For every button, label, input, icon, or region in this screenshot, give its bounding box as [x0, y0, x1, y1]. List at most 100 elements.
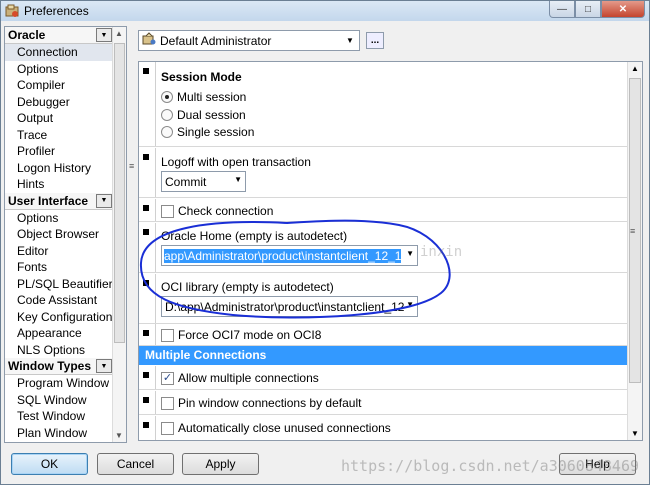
section-marker [143, 280, 149, 286]
window-title: Preferences [24, 4, 89, 18]
logoff-select[interactable]: Commit ▼ [161, 171, 246, 192]
help-button[interactable]: Help [559, 453, 636, 475]
title-bar[interactable]: Preferences — □ ✕ [1, 1, 649, 21]
chevron-down-icon[interactable]: ▼ [404, 300, 414, 309]
session-mode-title: Session Mode [161, 70, 242, 84]
check-connection-checkbox[interactable]: Check connection [161, 204, 273, 218]
chevron-down-icon[interactable]: ▼ [343, 33, 357, 48]
chevron-down-icon[interactable]: ▼ [96, 28, 112, 42]
sidebar-item[interactable]: Program Window [5, 375, 126, 392]
multiple-connections-header: Multiple Connections [139, 346, 627, 365]
category-tree[interactable]: Oracle ▼ Connection Options Compiler Debugger… [4, 26, 127, 443]
sidebar-item[interactable]: Compiler [5, 77, 126, 94]
sidebar-item[interactable]: Code Assistant [5, 292, 126, 309]
settings-panel: Session Mode Multi session Dual session … [138, 61, 643, 441]
radio-indicator[interactable] [161, 109, 173, 121]
sidebar-group-header[interactable]: User Interface ▼ [5, 192, 126, 210]
sidebar-group-label: User Interface [8, 193, 89, 208]
section-marker [143, 422, 149, 428]
profile-icon [142, 32, 156, 49]
sidebar-item[interactable]: Logon History [5, 160, 126, 177]
section-marker [143, 397, 149, 403]
check-connection-section: Check connection [139, 199, 627, 222]
sidebar-item[interactable]: NLS Options [5, 342, 126, 359]
section-marker [143, 205, 149, 211]
apply-button[interactable]: Apply [182, 453, 259, 475]
section-marker [143, 229, 149, 235]
cancel-button[interactable]: Cancel [97, 453, 174, 475]
radio-indicator[interactable] [161, 91, 173, 103]
ok-button[interactable]: OK [11, 453, 88, 475]
profile-more-button[interactable]: ... [366, 32, 384, 49]
sidebar-item[interactable]: Appearance [5, 325, 126, 342]
sidebar-group-label: Window Types [8, 359, 92, 373]
sidebar-item[interactable]: Connection [5, 44, 126, 61]
radio-multi-session[interactable]: Multi session [161, 90, 246, 104]
session-mode-section: Session Mode Multi session Dual session … [139, 62, 627, 147]
sidebar-item[interactable]: Output [5, 110, 126, 127]
splitter-grip-icon[interactable]: ≡ [129, 161, 134, 171]
pin-connections-checkbox[interactable]: Pin window connections by default [161, 396, 361, 410]
scroll-down-icon[interactable]: ▼ [631, 429, 639, 438]
sidebar-item[interactable]: Fonts [5, 259, 126, 276]
settings-scrollbar[interactable]: ▲ ▼ [627, 62, 642, 440]
sidebar-scrollbar[interactable]: ▲ ▼ [112, 27, 126, 442]
scroll-down-icon[interactable]: ▼ [115, 431, 123, 440]
oci-library-value: D:\app\Administrator\product\instantclie… [165, 299, 405, 314]
section-marker [143, 68, 149, 74]
auto-close-section: Automatically close unused connections [139, 416, 627, 440]
force-oci7-section: Force OCI7 mode on OCI8 [139, 324, 627, 346]
sidebar-group-label: Oracle [8, 28, 46, 42]
logoff-label: Logoff with open transaction [161, 155, 311, 169]
chevron-down-icon[interactable]: ▼ [96, 359, 112, 373]
sidebar-item[interactable]: Hints [5, 176, 126, 193]
section-marker [143, 372, 149, 378]
sidebar-item[interactable]: Profiler [5, 143, 126, 160]
pin-connections-section: Pin window connections by default [139, 391, 627, 415]
logoff-section: Logoff with open transaction Commit ▼ [139, 148, 627, 198]
scroll-up-icon[interactable]: ▲ [631, 64, 639, 73]
radio-single-session[interactable]: Single session [161, 125, 254, 139]
sidebar-item[interactable]: Editor [5, 243, 126, 260]
oracle-home-field[interactable]: app\Administrator\product\instantclient_… [161, 245, 418, 266]
radio-dual-session[interactable]: Dual session [161, 108, 246, 122]
sidebar-item[interactable]: Plan Window [5, 425, 126, 442]
sidebar-item[interactable]: Object Browser [5, 226, 126, 243]
splitter-grip-icon[interactable]: ≡ [630, 226, 635, 236]
sidebar-item[interactable]: Debugger [5, 94, 126, 111]
oracle-home-value: app\Administrator\product\instantclient_… [164, 248, 402, 263]
oci-library-label: OCI library (empty is autodetect) [161, 280, 334, 294]
force-oci7-checkbox[interactable]: Force OCI7 mode on OCI8 [161, 328, 321, 342]
sidebar-item[interactable]: Test Window [5, 408, 126, 425]
radio-indicator[interactable] [161, 126, 173, 138]
chevron-down-icon[interactable]: ▼ [404, 249, 414, 258]
oci-library-section: OCI library (empty is autodetect) D:\app… [139, 274, 627, 324]
profile-value: Default Administrator [160, 33, 272, 48]
check-icon[interactable]: ✓ [161, 371, 174, 385]
sidebar-item[interactable]: PL/SQL Beautifier [5, 276, 126, 293]
close-button[interactable]: ✕ [601, 1, 645, 18]
auto-close-checkbox[interactable]: Automatically close unused connections [161, 421, 391, 435]
sidebar-item[interactable]: Key Configuration [5, 309, 126, 326]
sidebar-item[interactable]: Trace [5, 127, 126, 144]
section-marker [143, 154, 149, 160]
app-icon [5, 4, 19, 18]
oracle-home-section: Oracle Home (empty is autodetect) app\Ad… [139, 223, 627, 273]
minimize-button[interactable]: — [549, 1, 575, 18]
scroll-up-icon[interactable]: ▲ [115, 29, 123, 38]
chevron-down-icon[interactable]: ▼ [234, 175, 242, 184]
section-marker [143, 330, 149, 336]
sidebar-item[interactable]: Options [5, 61, 126, 78]
profile-select[interactable]: Default Administrator ▼ [138, 30, 360, 51]
oci-library-field[interactable]: D:\app\Administrator\product\instantclie… [161, 296, 418, 317]
sidebar-group-header[interactable]: Oracle ▼ [5, 27, 126, 44]
oracle-home-label: Oracle Home (empty is autodetect) [161, 229, 348, 243]
allow-multiple-section: ✓ Allow multiple connections [139, 366, 627, 390]
sidebar-scroll-thumb[interactable] [114, 43, 125, 343]
chevron-down-icon[interactable]: ▼ [96, 193, 112, 208]
sidebar-item[interactable]: Options [5, 210, 126, 227]
sidebar-item[interactable]: SQL Window [5, 392, 126, 409]
maximize-button[interactable]: □ [575, 1, 601, 18]
sidebar-group-header[interactable]: Window Types ▼ [5, 358, 126, 375]
allow-multiple-checkbox[interactable]: ✓ Allow multiple connections [161, 371, 319, 385]
